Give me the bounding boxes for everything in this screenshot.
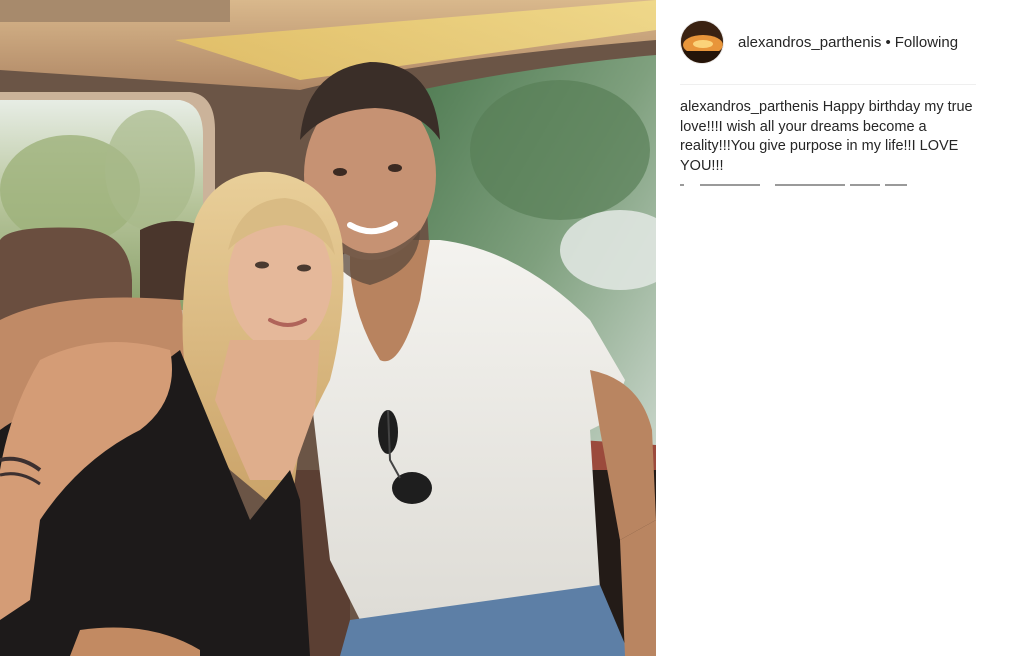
cropped-text-line: [680, 182, 910, 188]
post-photo[interactable]: [0, 0, 656, 656]
post-caption: alexandros_parthenis Happy birthday my t…: [680, 98, 980, 176]
header-separator: •: [885, 33, 891, 51]
caption-username-link[interactable]: alexandros_parthenis: [680, 99, 819, 115]
photo-couple-in-car: [0, 0, 656, 656]
post-header-text: alexandros_parthenis • Following: [738, 34, 958, 51]
header-username-link[interactable]: alexandros_parthenis: [738, 34, 881, 51]
post-header: alexandros_parthenis • Following: [680, 16, 976, 68]
instagram-post: alexandros_parthenis • Following alexandro…: [0, 0, 1024, 656]
post-side-panel: alexandros_parthenis • Following alexandro…: [656, 0, 1024, 656]
avatar-sunset-image: [681, 21, 723, 63]
profile-avatar-icon[interactable]: [680, 20, 724, 64]
following-button[interactable]: Following: [895, 34, 958, 51]
header-divider: [680, 84, 976, 85]
